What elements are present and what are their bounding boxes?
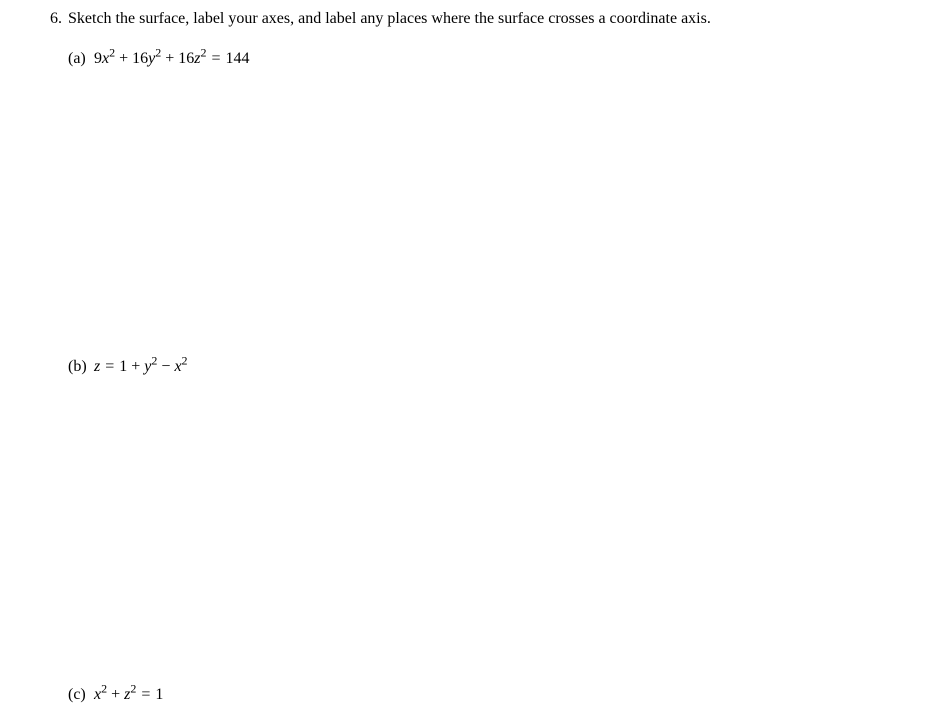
part-a: (a) 9x2+16y2+16z2=144 (68, 50, 929, 68)
part-b-equation: z=1+y2−x2 (94, 358, 188, 376)
part-a-label: (a) (68, 50, 94, 68)
equals-c: = (141, 686, 150, 703)
plus-b: + (131, 358, 140, 375)
var-z-b: z (94, 358, 100, 375)
rhs-144: 144 (226, 50, 250, 67)
part-b: (b) z=1+y2−x2 (68, 358, 929, 376)
coef-16a: 16 (132, 50, 148, 67)
plus-op-2: + (165, 50, 174, 67)
problem-text: Sketch the surface, label your axes, and… (68, 8, 711, 30)
part-b-label: (b) (68, 358, 94, 376)
equals: = (212, 50, 221, 67)
plus-c: + (111, 686, 120, 703)
coef-9: 9 (94, 50, 102, 67)
plus-op: + (119, 50, 128, 67)
part-c: (c) x2+z2=1 (68, 686, 929, 704)
part-c-label: (c) (68, 686, 94, 704)
const-1: 1 (119, 358, 127, 375)
part-c-equation: x2+z2=1 (94, 686, 163, 704)
var-x-b: x (174, 358, 181, 375)
part-a-equation: 9x2+16y2+16z2=144 (94, 50, 250, 68)
coef-16b: 16 (178, 50, 194, 67)
problem-6: 6. Sketch the surface, label your axes, … (38, 8, 929, 30)
equals-b: = (105, 358, 114, 375)
rhs-1: 1 (155, 686, 163, 703)
problem-number: 6. (38, 10, 62, 28)
minus-b: − (161, 358, 170, 375)
